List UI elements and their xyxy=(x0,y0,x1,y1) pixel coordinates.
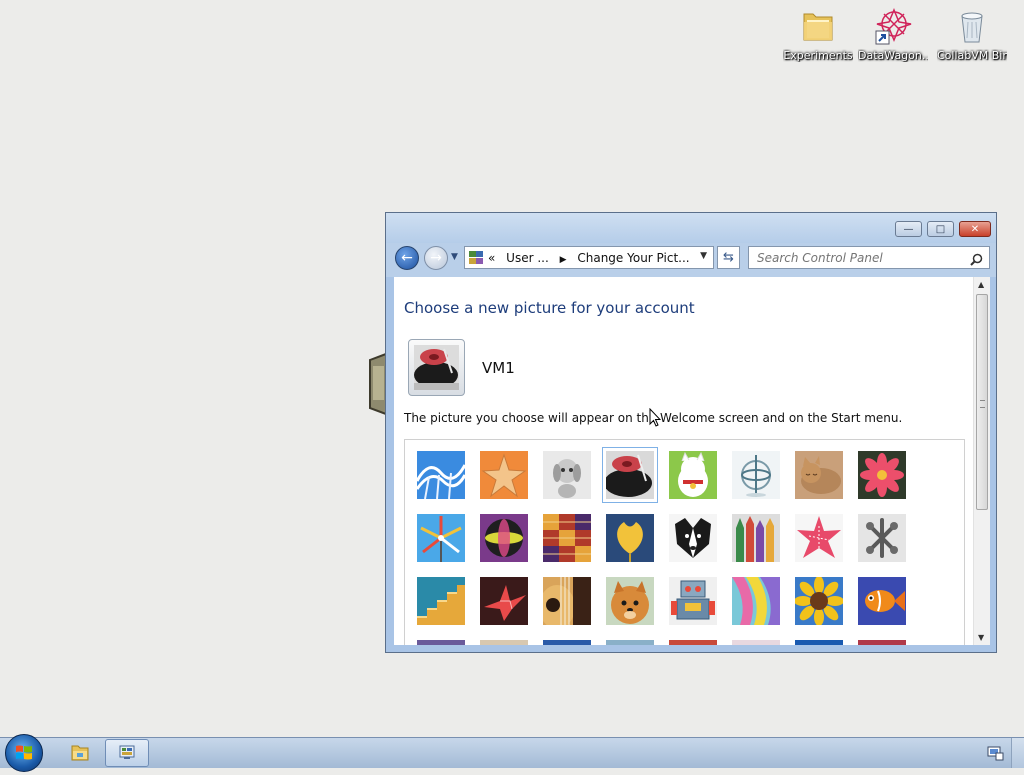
search-box[interactable] xyxy=(748,246,990,269)
picture-guitar[interactable] xyxy=(543,577,591,625)
address-dropdown-icon[interactable]: ▼ xyxy=(700,251,707,261)
picture-lucky-cat[interactable] xyxy=(669,451,717,499)
picture-stairs[interactable] xyxy=(417,577,465,625)
picture-roller-coaster[interactable] xyxy=(417,451,465,499)
picture-jacks[interactable] xyxy=(858,514,906,562)
scroll-down-icon[interactable]: ▼ xyxy=(978,633,984,642)
picture-robot-dog[interactable] xyxy=(543,451,591,499)
refresh-button[interactable]: ⇆ xyxy=(717,246,740,269)
picture-striped-ball[interactable] xyxy=(480,514,528,562)
navigation-bar: ← → ▼ « User ... ▶ Change Your Pict... ▼… xyxy=(386,243,996,277)
picture-gallery xyxy=(404,439,965,645)
chevron-right-icon[interactable]: ▶ xyxy=(560,255,567,265)
picture-crayons[interactable] xyxy=(732,514,780,562)
picture-row4-2[interactable] xyxy=(480,640,528,645)
title-bar[interactable]: — □ ✕ xyxy=(386,213,996,243)
search-input[interactable] xyxy=(755,250,964,266)
desktop-icon-recycle-bin[interactable]: CollabVM Bin xyxy=(937,6,1007,62)
desktop-icon-label: Experiments xyxy=(783,49,853,62)
breadcrumb-overflow[interactable]: « xyxy=(488,251,495,265)
desktop-icon-label: DataWagon... xyxy=(858,49,928,62)
breadcrumb-change-picture[interactable]: Change Your Pict... xyxy=(577,251,689,265)
desktop-icon-experiments[interactable]: Experiments xyxy=(783,6,853,62)
action-center-icon[interactable] xyxy=(987,744,1004,761)
picture-yellow-leaf[interactable] xyxy=(606,514,654,562)
close-button[interactable]: ✕ xyxy=(959,221,991,237)
content-pane: Choose a new picture for your account VM… xyxy=(394,277,990,645)
maximize-button[interactable]: □ xyxy=(927,221,954,237)
picture-row4-7[interactable] xyxy=(795,640,843,645)
picture-row4-8[interactable] xyxy=(858,640,906,645)
mouse-cursor-icon xyxy=(649,407,662,431)
picture-row4-4[interactable] xyxy=(606,640,654,645)
picture-row4-3[interactable] xyxy=(543,640,591,645)
vertical-scrollbar[interactable]: ▲ ▼ xyxy=(973,277,990,645)
control-panel-icon xyxy=(468,250,484,265)
picture-fish[interactable] xyxy=(858,577,906,625)
windows-explorer-taskbar-button[interactable] xyxy=(58,739,102,767)
page-title: Choose a new picture for your account xyxy=(404,299,695,317)
recycle-bin-icon xyxy=(952,6,992,46)
current-account-picture xyxy=(408,339,465,396)
recent-pages-dropdown-icon[interactable]: ▼ xyxy=(451,252,458,262)
desktop-icon-label: CollabVM Bin xyxy=(937,49,1007,62)
account-name: VM1 xyxy=(482,359,515,377)
picture-border-collie[interactable] xyxy=(669,514,717,562)
address-bar[interactable]: « User ... ▶ Change Your Pict... ▼ xyxy=(464,246,714,269)
search-icon[interactable] xyxy=(970,251,983,266)
desktop-icon-datawagon[interactable]: DataWagon... xyxy=(858,6,928,62)
picture-pinwheel[interactable] xyxy=(417,514,465,562)
control-panel-taskbar-button[interactable] xyxy=(105,739,149,767)
breadcrumb-user-accounts[interactable]: User ... xyxy=(506,251,549,265)
datawagon-shortcut-icon xyxy=(873,6,913,46)
picture-toy-robot[interactable] xyxy=(669,577,717,625)
picture-turntable[interactable] xyxy=(602,447,658,503)
picture-origami-crane[interactable] xyxy=(480,577,528,625)
change-picture-window[interactable]: — □ ✕ ← → ▼ « User ... ▶ Change Your Pic… xyxy=(385,212,997,653)
picture-sleeping-kitten[interactable] xyxy=(795,451,843,499)
picture-row4-6[interactable] xyxy=(732,640,780,645)
forward-button[interactable]: → xyxy=(424,246,448,270)
picture-starfish[interactable] xyxy=(480,451,528,499)
scroll-up-icon[interactable]: ▲ xyxy=(978,280,984,289)
folder-icon xyxy=(798,6,838,46)
back-button[interactable]: ← xyxy=(395,246,419,270)
start-button[interactable] xyxy=(5,734,43,772)
picture-pomeranian[interactable] xyxy=(606,577,654,625)
picture-textile-squares[interactable] xyxy=(543,514,591,562)
picture-row4-1[interactable] xyxy=(417,640,465,645)
picture-star-lantern[interactable] xyxy=(795,514,843,562)
scroll-thumb[interactable] xyxy=(976,294,988,510)
picture-sunflower[interactable] xyxy=(795,577,843,625)
picture-gyroscope[interactable] xyxy=(732,451,780,499)
picture-pink-flower[interactable] xyxy=(858,451,906,499)
minimize-button[interactable]: — xyxy=(895,221,922,237)
picture-row4-5[interactable] xyxy=(669,640,717,645)
show-desktop-button[interactable] xyxy=(1011,738,1024,768)
taskbar xyxy=(0,734,1024,772)
picture-silk-scarves[interactable] xyxy=(732,577,780,625)
